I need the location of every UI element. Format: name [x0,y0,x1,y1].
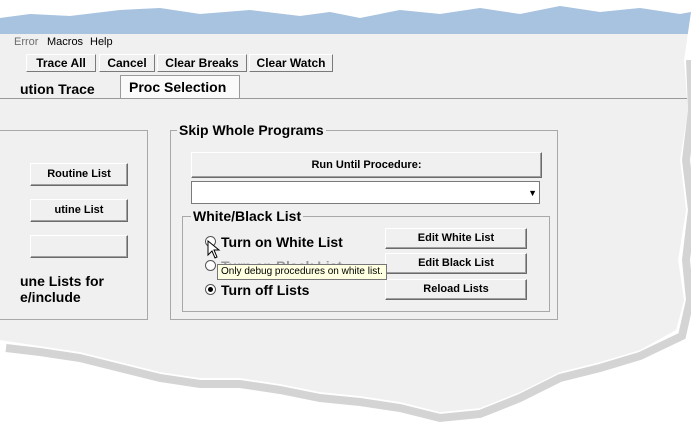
tab-strip: ution Trace Proc Selection [0,73,691,99]
dropdown-arrow-icon[interactable]: ▼ [528,188,537,198]
radio-turn-off-lists[interactable]: Turn off Lists [205,282,309,298]
tab-execution-trace[interactable]: ution Trace [20,78,95,100]
menu-bar: Error Macros Help [0,34,691,51]
menu-error[interactable]: Error [14,34,38,51]
reload-lists-button[interactable]: Reload Lists [385,279,527,300]
radio-off-circle[interactable] [205,284,216,295]
caption-line-1: une Lists for [20,273,105,289]
edit-white-list-button[interactable]: Edit White List [385,228,527,249]
skip-group-title: Skip Whole Programs [179,122,324,138]
menu-macros[interactable]: Macros [47,34,83,51]
run-until-procedure-button[interactable]: Run Until Procedure: [191,152,542,178]
routine-lists-caption: une Lists for e/include [20,273,104,305]
radio-black-circle[interactable] [205,260,216,271]
tab-panel-border [0,98,691,101]
trace-all-button[interactable]: Trace All [26,54,96,72]
left-group-button-3[interactable] [30,235,128,258]
edit-black-list-button[interactable]: Edit Black List [385,253,527,274]
procedure-select[interactable]: ▼ [191,181,540,204]
routine-list-button[interactable]: Routine List [30,163,128,186]
clear-watch-button[interactable]: Clear Watch [249,54,333,72]
radio-white-list[interactable]: Turn on White List [205,234,343,250]
radio-white-label: Turn on White List [221,234,343,250]
tooltip: Only debug procedures on white list. [217,264,387,280]
clear-breaks-button[interactable]: Clear Breaks [157,54,247,72]
menu-help[interactable]: Help [90,34,113,51]
white-black-list-title: White/Black List [193,208,302,224]
routine-list-button-2[interactable]: utine List [30,199,128,222]
mouse-cursor-icon [207,240,221,260]
screenshot-stage: Error Macros Help Trace All Cancel Clear… [0,0,691,448]
toolbar: Trace All Cancel Clear Breaks Clear Watc… [0,51,691,73]
radio-off-label: Turn off Lists [221,282,310,298]
caption-line-2: e/include [20,289,81,305]
cancel-button[interactable]: Cancel [99,54,155,72]
tab-proc-selection[interactable]: Proc Selection [120,75,240,99]
